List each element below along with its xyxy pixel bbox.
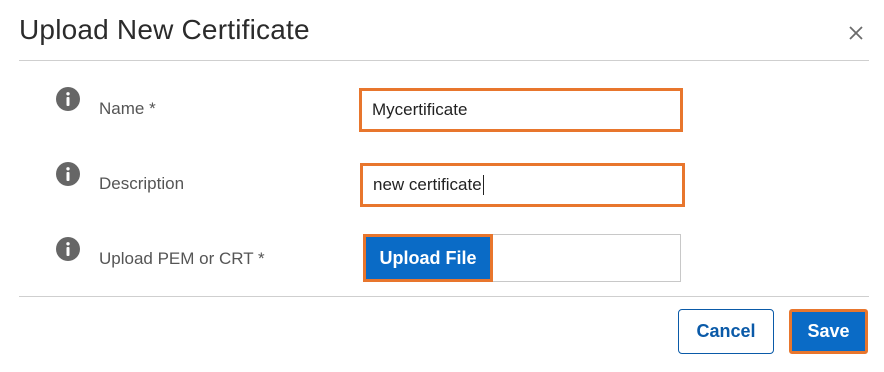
description-label: Description xyxy=(99,174,185,193)
description-input-value: new certificate xyxy=(373,175,482,194)
close-icon[interactable] xyxy=(846,23,866,43)
info-icon xyxy=(56,237,80,261)
dialog-title: Upload New Certificate xyxy=(19,14,310,45)
text-caret xyxy=(482,175,484,195)
upload-label: Upload PEM or CRT * xyxy=(99,249,265,268)
cancel-button[interactable]: Cancel xyxy=(678,309,774,354)
header-divider xyxy=(19,60,869,61)
name-input[interactable]: Mycertificate xyxy=(359,88,683,132)
name-label: Name * xyxy=(99,99,156,118)
save-button[interactable]: Save xyxy=(789,309,868,354)
description-input[interactable]: new certificate xyxy=(360,163,685,207)
upload-file-button[interactable]: Upload File xyxy=(363,234,493,282)
name-input-value: Mycertificate xyxy=(372,100,468,119)
info-icon xyxy=(56,162,80,186)
footer-divider xyxy=(19,296,869,297)
info-icon xyxy=(56,87,80,111)
